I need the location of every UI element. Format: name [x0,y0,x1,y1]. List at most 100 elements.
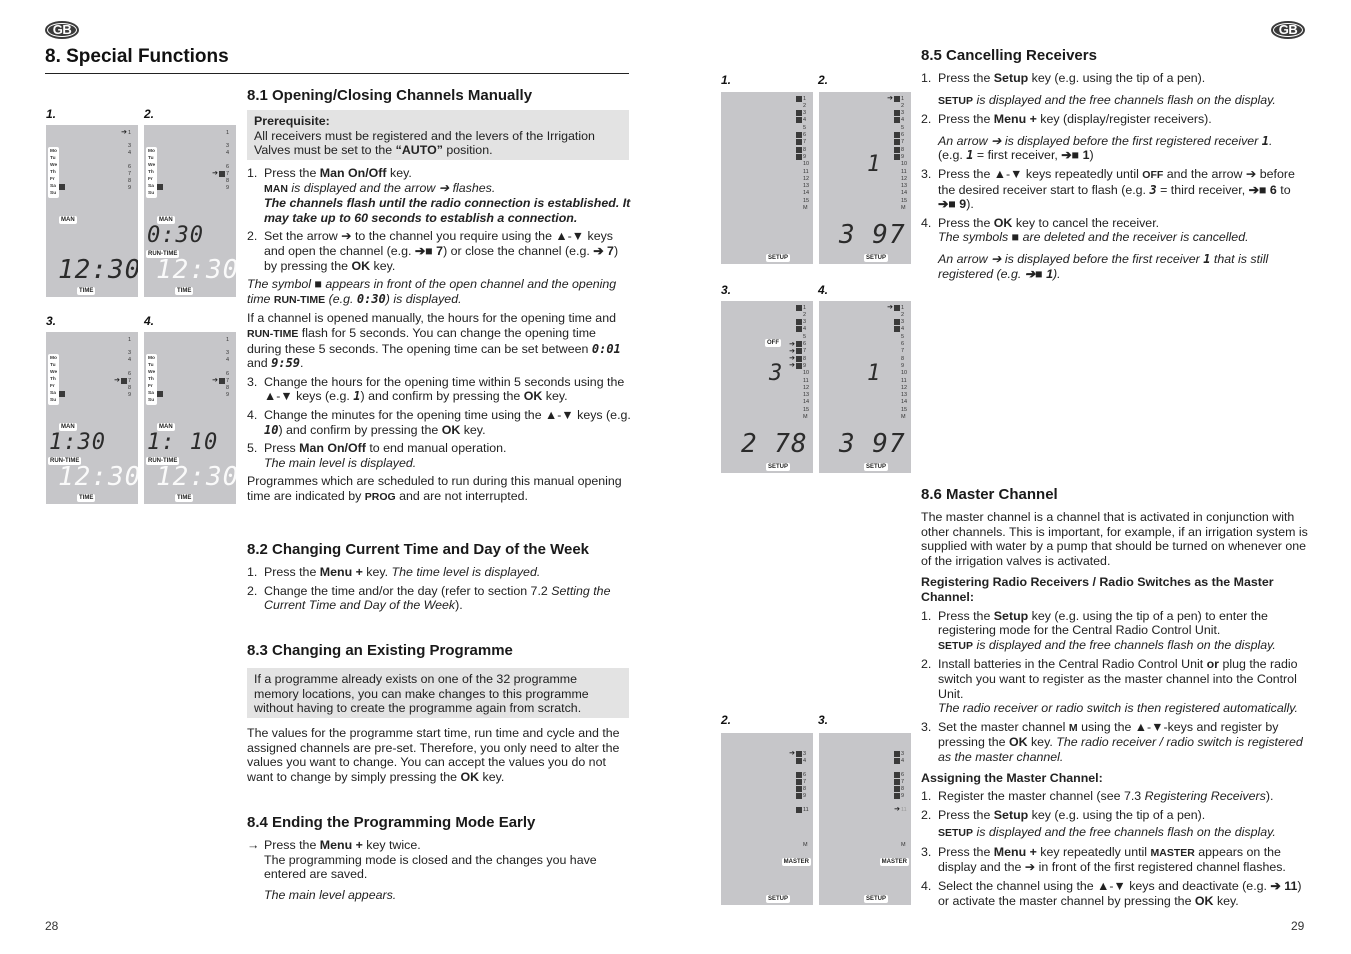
channel-number: 8 [803,146,807,153]
channel-number: 8 [226,177,230,184]
channel-number: 10 [803,161,810,168]
step-2: 2. Change the time and/or the day (refer … [247,583,611,613]
channel-row: M [803,205,810,212]
channel-row: 9 [226,184,233,191]
step-4: 4. Press the OK key to cancel the receiv… [921,215,1269,281]
weekday-label: Sa [148,184,154,189]
figure-label-cancel-3: 3. [721,283,732,297]
channel-row: 4 [796,117,810,124]
channel-active-square-icon [894,95,900,102]
section-8-2-body: 1. Press the Menu + key. The time level i… [247,565,632,617]
channel-row: 8 [901,355,908,362]
channel-number: 8 [901,146,905,153]
channel-number: 13 [901,183,908,190]
channel-number: 6 [226,370,230,377]
channel-row: 8 [894,146,908,153]
channel-active-square-icon [219,377,225,384]
step-3: 3. Change the hours for the opening time… [247,374,625,404]
channel-row: 3 [894,750,908,757]
channel-number: 7 [128,170,132,177]
weekday-label: Sa [50,184,56,189]
channel-number: 14 [803,399,810,406]
channel-active-square-icon [796,750,802,757]
channel-row: ➔ 1 [121,129,135,136]
channel-row: 13 [901,392,908,399]
channel-active-square-icon [796,95,802,102]
section-8-1-body: 1. Press the Man On/Off key. MAN is disp… [247,166,632,504]
channel-number: 11 [803,377,809,384]
channel-number: 2 [803,311,807,318]
channel-row: 2 [901,311,908,318]
time-readout: 12:30 [156,255,236,285]
channel-number: 1 [901,304,905,311]
channel-row: 6 [796,132,810,139]
channel-row: 4 [128,149,135,156]
channel-active-square-icon [894,117,900,124]
channel-row: 1 [128,336,135,343]
channel-number: 7 [128,377,132,384]
channel-row: 2 [901,102,908,109]
channel-row: 8 [796,146,810,153]
channel-row: 9 [901,362,908,369]
channel-row: 4 [226,356,233,363]
channel-number: 8 [128,177,132,184]
setup-indicator: SETUP [864,254,889,262]
channel-row: 7 [894,139,908,146]
arrow-icon: ➔ [789,355,795,363]
channel-row: 14 [901,399,908,406]
arrow-icon: ➔ [114,377,120,384]
time-indicator: TIME [77,287,96,295]
lcd-display-cancel-2: ➔ 1 2 3 4 5 6 7 8 9 10 11 12 13 14 15 M 1 3 97 SETUP [819,92,911,264]
step-2: 2. Set the arrow ➔ to the channel you re… [247,229,619,273]
channel-row: 2 [803,102,810,109]
weekday-label: Fr [148,384,153,389]
channel-number: 9 [128,391,132,398]
lcd-display-master-3: 3 4 6 7 8 9 ➔ 11 M MASTER SETUP [819,733,911,905]
channel-number: 6 [901,341,905,347]
step-5: 5. Press Man On/Off to end manual operat… [247,441,507,470]
channel-active-square-icon [796,355,802,362]
runtime-readout: 1:30 [49,430,106,455]
channel-row: ➔ 6 [789,341,810,348]
channel-row: 2 [803,311,810,318]
channel-active-square-icon [894,146,900,153]
channel-number: 3 [901,110,905,117]
channel-number: 8 [803,785,807,792]
channel-row: 12 [803,384,810,391]
channel-row: 14 [901,190,908,197]
channel-row: 3 [226,349,233,356]
channel-active-square-icon [796,153,802,160]
channel-row: ➔ 8 [789,355,810,362]
reg-step-2: 2. Install batteries in the Central Radi… [921,657,1298,716]
channel-active-square-icon [796,792,802,799]
channel-active-square-icon [796,362,802,369]
channel-row: 12 [901,175,908,182]
channel-row: 9 [128,391,135,398]
channel-number: 8 [901,355,905,362]
channel-number: 15 [803,406,810,413]
section-8-4-body: → Press the Menu + key twice. The progra… [247,838,632,906]
weekday-list: Mo Tu We Th Fr Sa Su [48,354,60,405]
channel-row: 1 [796,95,810,102]
channel-number: 11 [803,168,809,175]
channel-row: 15 [803,406,810,413]
weekday-label: Tu [148,363,154,368]
channel-row: 9 [796,153,810,160]
channel-number: 12 [803,384,810,391]
weekday-label: Mo [148,356,155,361]
channel-active-square-icon [121,377,127,384]
weekday-label: Th [148,377,154,382]
receiver-digit: 3 [769,361,784,386]
channel-row: 6 [226,163,233,170]
channel-row: 5 [803,124,810,131]
page-number-left: 28 [45,919,59,933]
channel-number: 8 [226,384,230,391]
off-indicator: OFF [765,339,781,347]
channel-row: 6 [128,163,135,170]
channel-row: 11 [901,168,908,175]
arrow-icon: ➔ [121,129,127,136]
time-indicator: TIME [77,494,96,502]
channel-number: 7 [226,377,230,384]
weekday-label: Tu [148,156,154,161]
channel-number: 7 [901,778,905,785]
